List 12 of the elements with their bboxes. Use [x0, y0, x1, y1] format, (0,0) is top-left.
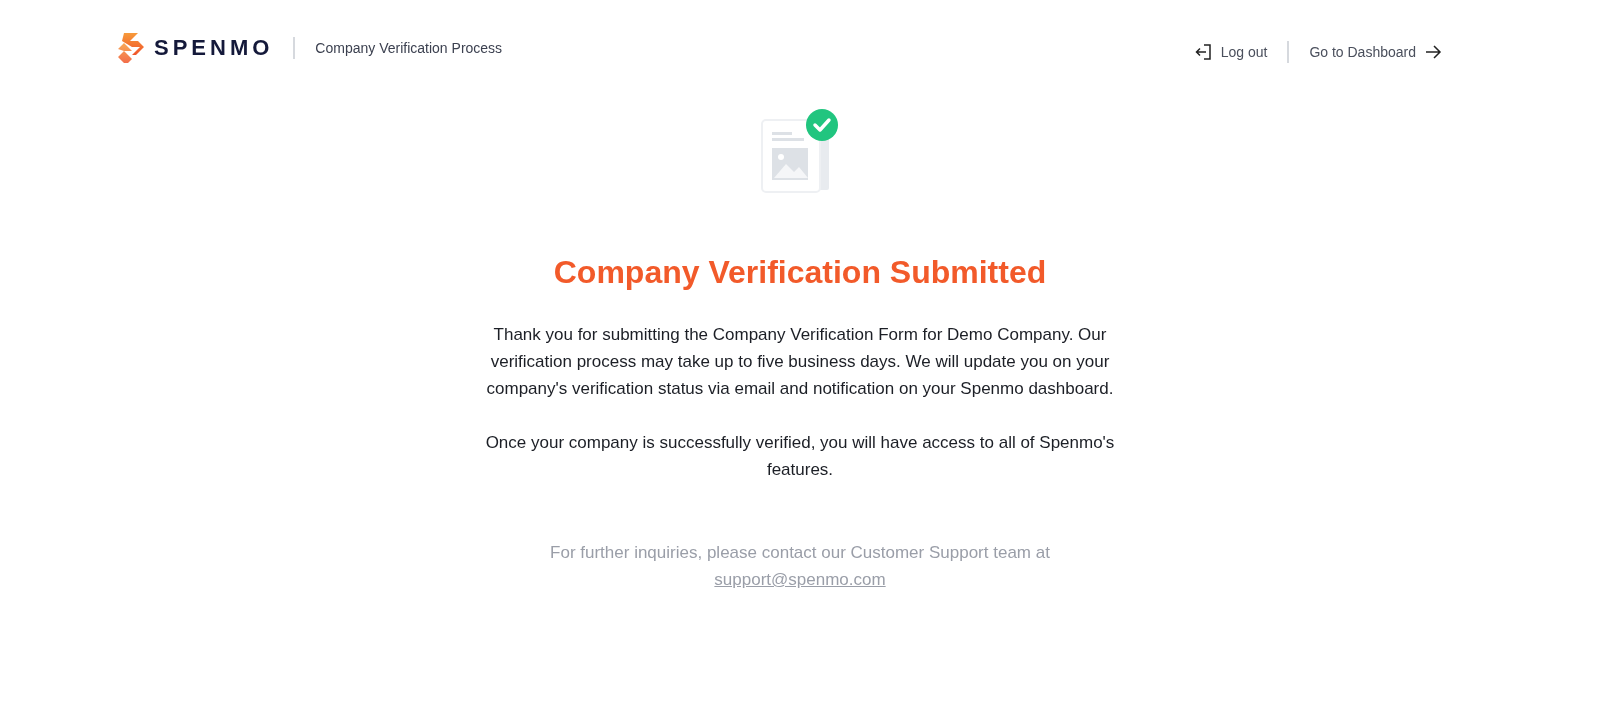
message-paragraph: Once your company is successfully verified, you will have access to all of Spenmo's features. — [484, 432, 1116, 481]
logo-text: SPENMO — [154, 35, 274, 61]
logo-icon — [118, 33, 144, 63]
page-title: Company Verification Process — [315, 40, 503, 56]
support-text: For further inquiries, please contact our Customer Support team at — [550, 542, 1050, 564]
logout-icon — [1194, 43, 1213, 61]
arrow-right-icon — [1424, 43, 1442, 61]
message-paragraph: Thank you for submitting the Company Verification Form for Demo Company. Our verification process may take up to five business days. We will update you on your company's verification status via email and notification on your Spenmo dashboard. — [485, 324, 1115, 400]
document-check-icon — [760, 108, 840, 194]
success-heading: Company Verification Submitted — [553, 254, 1047, 291]
dashboard-link[interactable]: Go to Dashboard — [1309, 43, 1442, 61]
logout-link[interactable]: Log out — [1194, 43, 1268, 61]
